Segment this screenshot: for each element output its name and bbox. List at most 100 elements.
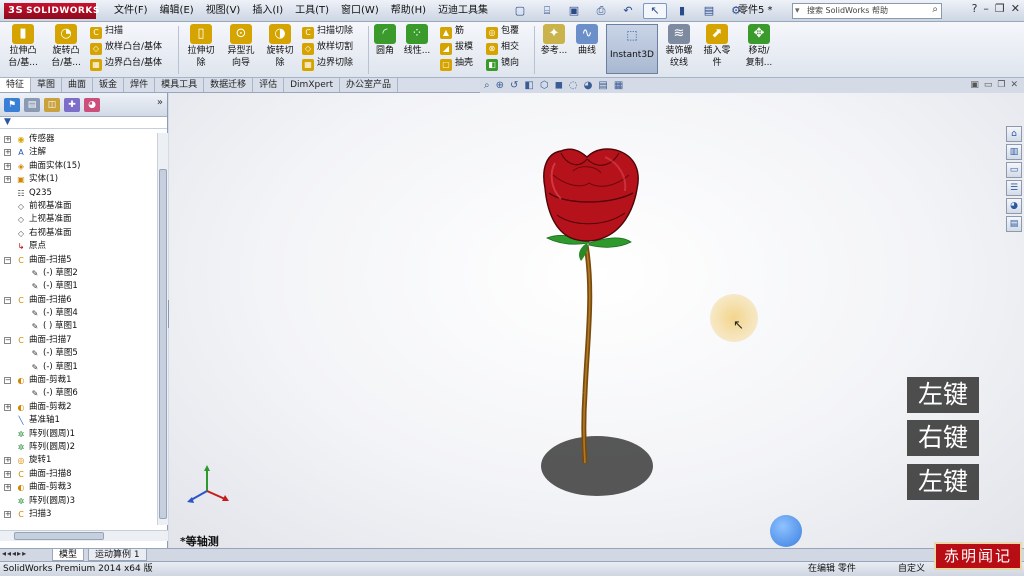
units-status[interactable]: 自定义 xyxy=(898,562,925,576)
tree-item[interactable]: − ◐ 曲面-剪裁1 xyxy=(0,374,157,387)
section-view-icon[interactable]: ◧ xyxy=(524,80,533,91)
tree-item[interactable]: ✲ 阵列(圆周)3 xyxy=(0,495,157,508)
panel-expand-icon[interactable]: » xyxy=(157,97,163,108)
tree-item[interactable]: ✎ (-) 草图1 xyxy=(0,361,157,374)
draft-button[interactable]: ◢ 拔模 xyxy=(440,40,473,55)
intersect-button[interactable]: ⊗ 相交 xyxy=(486,40,519,55)
expand-icon[interactable]: + xyxy=(4,403,11,411)
rib-button[interactable]: ▲ 筋 xyxy=(440,24,464,39)
menu-insert[interactable]: 插入(I) xyxy=(246,0,289,22)
tree-item[interactable]: + ▣ 实体(1) xyxy=(0,173,157,186)
fillet-button[interactable]: ◜ 圆角 xyxy=(372,24,398,57)
open-file-icon[interactable]: ⌸ xyxy=(535,3,559,19)
property-manager-tab-icon[interactable]: ▤ xyxy=(24,98,40,112)
tree-item[interactable]: ☷ Q235 xyxy=(0,187,157,200)
appearances-icon[interactable]: ◕ xyxy=(1006,198,1022,214)
custom-properties-icon[interactable]: ▤ xyxy=(1006,216,1022,232)
menu-maidi-tools[interactable]: 迈迪工具集 xyxy=(432,0,494,22)
tree-item[interactable]: + A 注解 xyxy=(0,146,157,159)
new-file-icon[interactable]: ▢ xyxy=(508,3,532,19)
tree-item[interactable]: ✲ 阵列(圆周)1 xyxy=(0,428,157,441)
tree-item[interactable]: ✎ ( ) 草图1 xyxy=(0,320,157,333)
feature-manager-tab-icon[interactable]: ⚑ xyxy=(4,98,20,112)
expand-icon[interactable]: + xyxy=(4,484,11,492)
tree-item[interactable]: + ◐ 曲面-剪裁3 xyxy=(0,481,157,494)
sweep-cut-button[interactable]: C 扫描切除 xyxy=(302,24,353,39)
graphics-area[interactable]: ⌂ ▥ ▭ ☰ ◕ ▤ xyxy=(169,93,1024,548)
tab-weldments[interactable]: 焊件 xyxy=(124,78,156,92)
view-settings-icon[interactable]: ▦ xyxy=(614,80,623,91)
cosmetic-thread-button[interactable]: ≋ 装饰螺 纹线 xyxy=(662,24,696,69)
loft-boss-button[interactable]: ◇ 放样凸台/基体 xyxy=(90,40,162,55)
tree-item[interactable]: ✎ (-) 草图6 xyxy=(0,387,157,400)
move-copy-button[interactable]: ✥ 移动/ 复制... xyxy=(740,24,778,69)
configuration-manager-tab-icon[interactable]: ◫ xyxy=(44,98,60,112)
tab-mold-tools[interactable]: 模具工具 xyxy=(155,78,205,92)
tree-item[interactable]: ╲ 基准轴1 xyxy=(0,414,157,427)
file-explorer-icon[interactable]: ▭ xyxy=(1006,162,1022,178)
menu-edit[interactable]: 编辑(E) xyxy=(154,0,200,22)
tree-item[interactable]: + C 扫描3 xyxy=(0,508,157,521)
tree-vertical-scrollbar[interactable] xyxy=(157,133,168,525)
tab-sheet-metal[interactable]: 钣金 xyxy=(93,78,125,92)
previous-view-icon[interactable]: ↺ xyxy=(510,80,518,91)
extrude-cut-button[interactable]: ▯ 拉伸切 除 xyxy=(183,24,219,69)
tab-sketch[interactable]: 草图 xyxy=(31,78,63,92)
close-icon[interactable]: ✕ xyxy=(1011,2,1020,15)
viewport-tile-icon[interactable]: ▣ xyxy=(970,80,979,90)
print-icon[interactable]: ⎙ xyxy=(589,3,613,19)
tree-item[interactable]: ✎ (-) 草图2 xyxy=(0,267,157,280)
zoom-area-icon[interactable]: ⊕ xyxy=(496,80,504,91)
menu-help[interactable]: 帮助(H) xyxy=(385,0,432,22)
help-question-icon[interactable]: ? xyxy=(972,2,978,15)
tree-item[interactable]: + ◐ 曲面-剪裁2 xyxy=(0,401,157,414)
expand-icon[interactable]: + xyxy=(4,162,11,170)
loft-cut-button[interactable]: ◇ 放样切割 xyxy=(302,40,353,55)
menu-view[interactable]: 视图(V) xyxy=(200,0,247,22)
viewport-restore-icon[interactable]: ❐ xyxy=(997,80,1005,90)
insert-part-button[interactable]: ⬈ 插入零 件 xyxy=(700,24,734,69)
zoom-to-fit-icon[interactable]: ⌕ xyxy=(484,80,490,91)
tree-item[interactable]: + ◈ 曲面实体(15) xyxy=(0,160,157,173)
expand-icon[interactable]: + xyxy=(4,470,11,478)
rebuild-icon[interactable]: ▮ xyxy=(670,3,694,19)
shell-button[interactable]: ▢ 抽壳 xyxy=(440,56,473,71)
minimize-icon[interactable]: – xyxy=(983,2,989,15)
display-manager-tab-icon[interactable]: ◕ xyxy=(84,98,100,112)
tab-model[interactable]: 模型 xyxy=(52,549,85,561)
help-search-input[interactable]: ▾ 搜索 SolidWorks 帮助 ⌕ xyxy=(792,3,942,19)
collapse-icon[interactable]: − xyxy=(4,336,11,344)
view-palette-icon[interactable]: ☰ xyxy=(1006,180,1022,196)
revolve-cut-button[interactable]: ◑ 旋转切 除 xyxy=(262,24,298,69)
tree-item[interactable]: ◇ 上视基准面 xyxy=(0,213,157,226)
tree-item[interactable]: ↳ 原点 xyxy=(0,240,157,253)
expand-icon[interactable]: + xyxy=(4,136,11,143)
scene-icon[interactable]: ▤ xyxy=(598,80,607,91)
mirror-button[interactable]: ◧ 镜向 xyxy=(486,56,519,71)
tree-filter[interactable]: ▼ xyxy=(0,117,167,129)
undo-icon[interactable]: ↶ xyxy=(616,3,640,19)
extrude-boss-button[interactable]: ▮ 拉伸凸 台/基... xyxy=(4,24,42,69)
menu-file[interactable]: 文件(F) xyxy=(108,0,154,22)
menu-window[interactable]: 窗口(W) xyxy=(335,0,385,22)
tab-data-migration[interactable]: 数据迁移 xyxy=(204,78,254,92)
tab-office-products[interactable]: 办公室产品 xyxy=(340,78,398,92)
tab-evaluate[interactable]: 评估 xyxy=(253,78,285,92)
collapse-icon[interactable]: − xyxy=(4,256,11,264)
tree-item[interactable]: − C 曲面-扫描6 xyxy=(0,294,157,307)
appearance-icon[interactable]: ◕ xyxy=(584,80,593,91)
design-library-icon[interactable]: ▥ xyxy=(1006,144,1022,160)
revolve-boss-button[interactable]: ◔ 旋转凸 台/基... xyxy=(46,24,86,69)
tree-item[interactable]: + C 曲面-扫描8 xyxy=(0,468,157,481)
restore-icon[interactable]: ❐ xyxy=(995,2,1005,15)
solidworks-logo[interactable]: 3S SOLIDWORKS xyxy=(4,3,99,19)
instant3d-button[interactable]: ⬚ Instant3D xyxy=(606,24,658,74)
tree-item[interactable]: ✲ 阵列(圆周)2 xyxy=(0,441,157,454)
collapse-icon[interactable]: − xyxy=(4,296,11,304)
expand-icon[interactable]: + xyxy=(4,149,11,157)
curves-button[interactable]: ∿ 曲线 xyxy=(572,24,602,57)
tree-item[interactable]: − C 曲面-扫描7 xyxy=(0,334,157,347)
tree-horizontal-scrollbar[interactable] xyxy=(0,530,168,541)
save-icon[interactable]: ▣ xyxy=(562,3,586,19)
boundary-cut-button[interactable]: ▦ 边界切除 xyxy=(302,56,353,71)
